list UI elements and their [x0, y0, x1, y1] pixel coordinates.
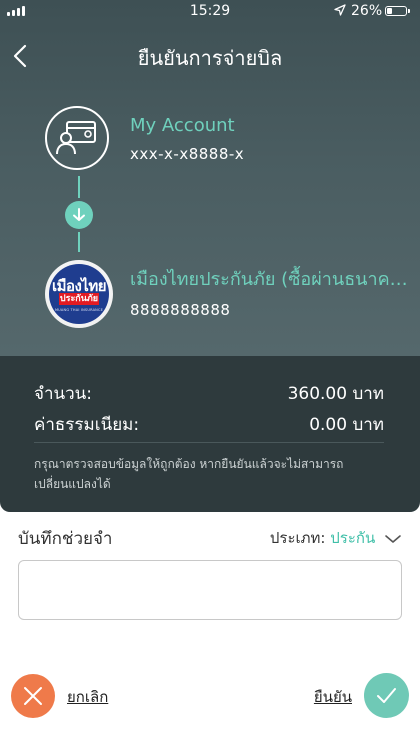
location-arrow-icon	[334, 4, 346, 16]
logo-text-line2: ประกันภัย	[59, 293, 99, 305]
confirm-link[interactable]: ยืนยัน	[314, 685, 352, 709]
amount-value: 360.00 บาท	[287, 384, 384, 404]
account-avatar	[45, 106, 109, 170]
payee-number: 8888888888	[130, 301, 231, 319]
status-bar: 15:29 26%	[0, 0, 420, 22]
confirm-button[interactable]	[364, 673, 409, 718]
memo-type-value: ประกัน	[330, 529, 376, 547]
cancel-link[interactable]: ยกเลิก	[67, 685, 108, 709]
memo-input[interactable]	[18, 560, 402, 620]
confirmation-note: กรุณาตรวจสอบข้อมูลให้ถูกต้อง หากยืนยันแล…	[34, 457, 344, 491]
payee-logo: เมืองไทย ประกันภัย MUANG THAI INSURANCE	[45, 260, 113, 328]
from-account-number: xxx-x-x8888-x	[130, 145, 245, 163]
amount-row: จำนวน: 360.00 บาท	[34, 380, 384, 407]
battery-percent: 26%	[351, 3, 383, 19]
check-icon	[377, 688, 396, 703]
fee-label: ค่าธรรมเนียม:	[34, 415, 140, 435]
payee-name: เมืองไทยประกันภัย (ซื้อผ่านธนาคาร)	[130, 269, 410, 290]
memo-label: บันทึกช่วยจำ	[18, 529, 113, 549]
memo-type-dropdown[interactable]: ประเภท: ประกัน	[270, 526, 402, 550]
from-account-name: My Account	[130, 115, 235, 136]
fee-value: 0.00 บาท	[309, 415, 384, 435]
payment-summary: จำนวน: 360.00 บาท ค่าธรรมเนียม: 0.00 บาท…	[0, 356, 420, 512]
flow-line-top	[78, 176, 80, 198]
close-icon	[24, 687, 42, 705]
flow-line-bottom	[78, 232, 80, 252]
transfer-direction	[65, 201, 93, 229]
memo-type-label: ประเภท:	[269, 529, 326, 547]
arrow-down-icon	[73, 208, 85, 221]
fee-row: ค่าธรรมเนียม: 0.00 บาท	[34, 411, 384, 438]
cancel-button[interactable]	[11, 674, 55, 718]
account-card-icon	[56, 121, 96, 155]
page-title: ยืนยันการจ่ายบิล	[137, 46, 283, 70]
chevron-down-icon	[385, 534, 401, 543]
logo-text-line3: MUANG THAI INSURANCE	[54, 308, 104, 312]
battery-icon	[385, 6, 410, 16]
amount-label: จำนวน:	[34, 384, 93, 404]
summary-divider	[34, 442, 384, 443]
